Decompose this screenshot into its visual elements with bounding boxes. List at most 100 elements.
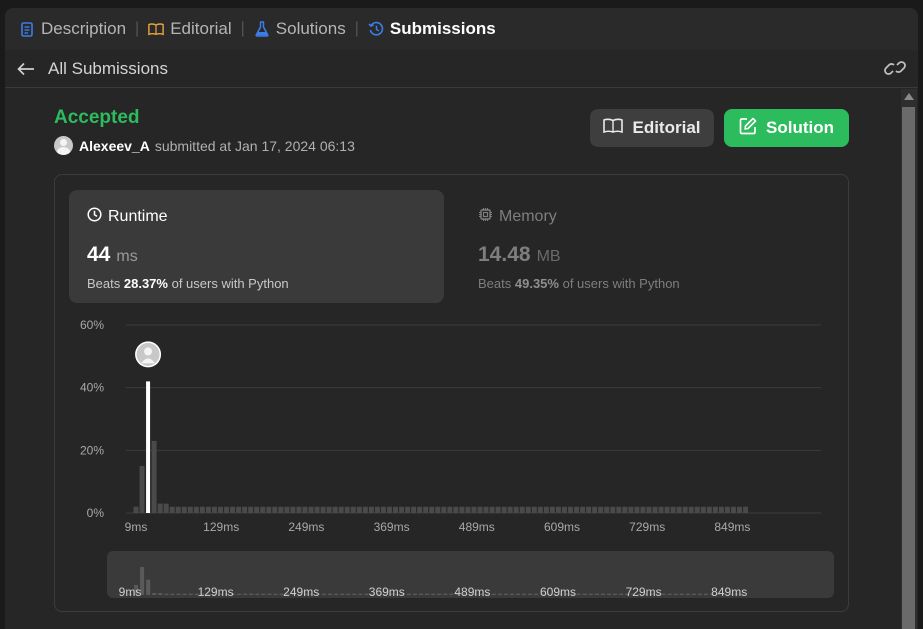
chart-bar[interactable] [598,506,604,513]
chart-bar[interactable] [217,506,223,513]
chart-bar[interactable] [236,506,242,513]
chart-bar[interactable] [399,506,405,513]
chart-bar[interactable] [640,506,646,513]
chart-bar[interactable] [175,506,181,513]
chart-bar[interactable] [664,506,670,513]
chart-bar[interactable] [248,506,254,513]
chart-bar[interactable] [368,506,374,513]
chart-bar[interactable] [471,506,477,513]
chart-bar[interactable] [350,506,356,513]
chart-bar[interactable] [296,506,302,513]
chart-bar[interactable] [513,506,519,513]
chart-bar[interactable] [586,506,592,513]
my-submission-bar[interactable] [146,381,151,513]
chart-bar[interactable] [724,506,730,513]
chart-bar[interactable] [652,506,658,513]
chart-bar[interactable] [429,506,435,513]
chart-bar[interactable] [157,503,163,513]
chart-bar[interactable] [139,466,145,513]
chart-bar[interactable] [133,506,139,513]
chart-bar[interactable] [290,506,296,513]
chart-bar[interactable] [272,506,278,513]
chart-bar[interactable] [688,506,694,513]
chart-bar[interactable] [362,506,368,513]
chart-bar[interactable] [622,506,628,513]
chart-bar[interactable] [320,506,326,513]
chart-bar[interactable] [230,506,236,513]
chart-bar[interactable] [380,506,386,513]
chart-bar[interactable] [344,506,350,513]
avatar[interactable] [54,136,73,155]
chart-bar[interactable] [308,506,314,513]
chart-bar[interactable] [670,506,676,513]
chart-bar[interactable] [580,506,586,513]
chart-bar[interactable] [453,506,459,513]
chart-bar[interactable] [417,506,423,513]
editorial-button[interactable]: Editorial [590,109,714,147]
chart-bar[interactable] [459,506,465,513]
all-submissions-link[interactable]: All Submissions [48,59,168,79]
share-link-icon[interactable] [884,59,906,79]
chart-bar[interactable] [561,506,567,513]
chart-bar[interactable] [658,506,664,513]
scrollbar-thumb[interactable] [902,107,915,629]
chart-bar[interactable] [423,506,429,513]
chart-bar[interactable] [260,506,266,513]
chart-bar[interactable] [266,506,272,513]
chart-bar[interactable] [549,506,555,513]
solution-button[interactable]: Solution [724,109,849,147]
chart-bar[interactable] [284,506,290,513]
chart-bar[interactable] [211,506,217,513]
chart-bar[interactable] [592,506,598,513]
chart-bar[interactable] [519,506,525,513]
chart-bar[interactable] [495,506,501,513]
chart-bar[interactable] [531,506,537,513]
chart-bar[interactable] [616,506,622,513]
chart-bar[interactable] [712,506,718,513]
chart-bar[interactable] [477,506,483,513]
tab-editorial[interactable]: Editorial [148,19,232,39]
chart-bar[interactable] [706,506,712,513]
chart-bar[interactable] [405,506,411,513]
chart-bar[interactable] [718,506,724,513]
chart-bar[interactable] [447,506,453,513]
chart-bar[interactable] [386,506,392,513]
chart-bar[interactable] [163,503,169,513]
chart-bar[interactable] [700,506,706,513]
chart-bar[interactable] [730,506,736,513]
tab-submissions[interactable]: Submissions [368,19,496,39]
chart-bar[interactable] [646,506,652,513]
scroll-up-arrow-icon[interactable] [904,93,914,100]
chart-bar[interactable] [205,506,211,513]
chart-bar[interactable] [332,506,338,513]
chart-bar[interactable] [604,506,610,513]
chart-bar[interactable] [628,506,634,513]
chart-bar[interactable] [543,506,549,513]
chart-bar[interactable] [435,506,441,513]
tab-solutions[interactable]: Solutions [254,19,346,39]
chart-bar[interactable] [169,506,175,513]
chart-bar[interactable] [199,506,205,513]
chart-bar[interactable] [465,506,471,513]
tab-description[interactable]: Description [19,19,126,39]
chart-bar[interactable] [694,506,700,513]
chart-bar[interactable] [525,506,531,513]
chart-bar[interactable] [489,506,495,513]
chart-bar[interactable] [302,506,308,513]
chart-bar[interactable] [242,506,248,513]
chart-bar[interactable] [634,506,640,513]
chart-bar[interactable] [411,506,417,513]
chart-bar[interactable] [682,506,688,513]
back-arrow-icon[interactable] [15,59,37,79]
chart-bar[interactable] [224,506,230,513]
chart-bar[interactable] [326,506,332,513]
chart-bar[interactable] [507,506,513,513]
chart-bar[interactable] [737,506,742,513]
chart-bar[interactable] [574,506,580,513]
chart-bar[interactable] [278,506,284,513]
chart-bar[interactable] [254,506,260,513]
chart-bar[interactable] [193,506,199,513]
chart-bar[interactable] [356,506,362,513]
chart-bar[interactable] [568,506,574,513]
chart-bar[interactable] [483,506,489,513]
